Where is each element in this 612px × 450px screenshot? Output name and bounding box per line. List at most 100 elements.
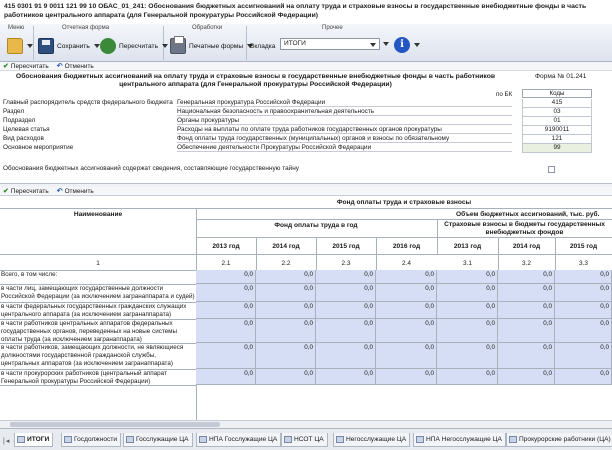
grid-name-header: Наименование [73,211,123,218]
table-cell[interactable]: 0,0 [376,369,437,385]
recalc-button[interactable]: Пересчитать [100,36,169,56]
tab-label: Госдолжности [74,435,118,443]
table-cell[interactable]: 0,0 [196,270,256,284]
print-forms-button[interactable]: Печатные формы [170,36,254,56]
tab-label: НПА Негосслужащие ЦА [426,435,502,443]
param-code: 99 [522,144,592,153]
table-cell[interactable]: 0,0 [437,302,498,319]
tab-select-extra-button[interactable] [382,38,389,50]
table-cell[interactable]: 0,0 [437,270,498,284]
table-cell[interactable]: 0,0 [376,319,437,343]
grid-wage-fund-header: Фонд оплаты труда в год [274,222,358,229]
tab-1[interactable]: Госдолжности [61,433,122,447]
param-row: Главный распорядитель средств федерально… [3,99,603,108]
table-cell[interactable]: 0,0 [196,284,256,302]
tab-label: ИТОГИ [27,435,50,443]
sheet-icon [64,436,72,443]
floppy-disk-icon [38,38,54,54]
table-cell[interactable]: 0,0 [376,343,437,369]
tab-select[interactable]: ИТОГИ [280,38,380,50]
cancel-link-label: Отменить [64,62,94,70]
state-secret-question: Обоснования бюджетных ассигнований содер… [3,165,299,172]
grid-col-number: 3.1 [463,260,472,267]
table-cell[interactable]: 0,0 [498,302,555,319]
table-cell[interactable]: 0,0 [256,343,316,369]
menu-button[interactable] [7,36,33,56]
tab-5[interactable]: Негосслужащие ЦА [333,433,411,447]
table-cell[interactable]: 0,0 [555,369,612,385]
table-cell[interactable]: 0,0 [498,270,555,284]
table-cell[interactable]: 0,0 [376,270,437,284]
tab-label: НПА Госслужащие ЦА [209,435,278,443]
table-cell[interactable]: 0,0 [498,369,555,385]
recalc-link[interactable]: ✔ Пересчитать [3,62,49,71]
tab-2[interactable]: Госслужащие ЦА [123,433,193,447]
cancel-link[interactable]: ↶ Отменить [56,62,94,71]
undo-icon: ↶ [56,63,63,70]
table-cell[interactable]: 0,0 [256,270,316,284]
table-cell[interactable]: 0,0 [196,369,256,385]
table-cell[interactable]: 0,0 [316,343,376,369]
grid-col-number: 3.2 [522,260,531,267]
table-cell[interactable]: 0,0 [196,343,256,369]
grid-recalc-link[interactable]: ✔ Пересчитать [3,187,49,196]
table-row-label: в части лиц, замещающих государственные … [1,285,195,300]
save-button[interactable]: Сохранить [38,36,100,56]
param-row: Целевая статья Расходы на выплаты по опл… [3,126,603,135]
tab-7[interactable]: Прокурорские работники (ЦА) [506,433,612,447]
table-cell[interactable]: 0,0 [555,343,612,369]
horizontal-scrollbar[interactable] [0,420,612,428]
table-cell[interactable]: 0,0 [316,302,376,319]
table-cell[interactable]: 0,0 [555,270,612,284]
grid-col-number: 1 [96,260,100,267]
table-cell[interactable]: 0,0 [376,302,437,319]
table-cell[interactable]: 0,0 [256,319,316,343]
table-cell[interactable]: 0,0 [437,319,498,343]
table-cell[interactable]: 0,0 [555,284,612,302]
table-cell[interactable]: 0,0 [437,369,498,385]
sheet-tabs: |◂ ◂ ▸ ▸| ИТОГИГосдолжностиГосслужащие Ц… [0,428,612,450]
tab-0[interactable]: ИТОГИ [14,433,54,447]
table-cell[interactable]: 0,0 [256,284,316,302]
form-number: Форма № 01.241 [535,73,587,80]
table-cell[interactable]: 0,0 [256,369,316,385]
ribbon-group-report-form: Отчетная форма [62,25,110,31]
chevron-down-icon [383,42,389,46]
table-cell[interactable]: 0,0 [316,319,376,343]
grid-cancel-link[interactable]: ↶ Отменить [57,187,94,196]
table-cell[interactable]: 0,0 [555,302,612,319]
grid-line [555,237,556,270]
table-cell[interactable]: 0,0 [498,319,555,343]
grid-cancel-label: Отменить [64,187,94,195]
table-cell[interactable]: 0,0 [196,302,256,319]
table-cell[interactable]: 0,0 [196,319,256,343]
tab-3[interactable]: НПА Госслужащие ЦА [196,433,282,447]
table-row-label: в части прокурорских работников (централ… [1,370,167,385]
table-cell[interactable]: 0,0 [555,319,612,343]
grid-insurance-header: Страховые взносы в бюджеты государственн… [444,221,605,236]
sheet-icon [126,436,134,443]
grid-line [437,219,438,255]
sheet-icon [199,436,207,443]
tab-label-text: Вкладка [250,42,276,50]
table-cell[interactable]: 0,0 [376,284,437,302]
state-secret-checkbox[interactable] [548,166,555,173]
info-button[interactable]: i [394,35,420,55]
grid-line [376,237,377,270]
param-code: 03 [522,108,592,117]
table-cell[interactable]: 0,0 [256,302,316,319]
table-cell[interactable]: 0,0 [498,343,555,369]
tab-4[interactable]: НСОТ ЦА [281,433,328,447]
table-cell[interactable]: 0,0 [437,284,498,302]
table-cell[interactable]: 0,0 [437,343,498,369]
scrollbar-thumb[interactable] [10,422,220,427]
table-cell[interactable]: 0,0 [316,284,376,302]
table-cell[interactable]: 0,0 [316,369,376,385]
tab-6[interactable]: НПА Негосслужащие ЦА [413,433,506,447]
table-cell[interactable]: 0,0 [316,270,376,284]
table-cell[interactable]: 0,0 [498,284,555,302]
refresh-icon [100,38,116,54]
param-row: Основное мероприятие Обеспечение деятель… [3,144,603,153]
check-icon: ✔ [3,188,9,195]
param-row: Вид расходов Фонд оплаты труда государст… [3,135,603,144]
